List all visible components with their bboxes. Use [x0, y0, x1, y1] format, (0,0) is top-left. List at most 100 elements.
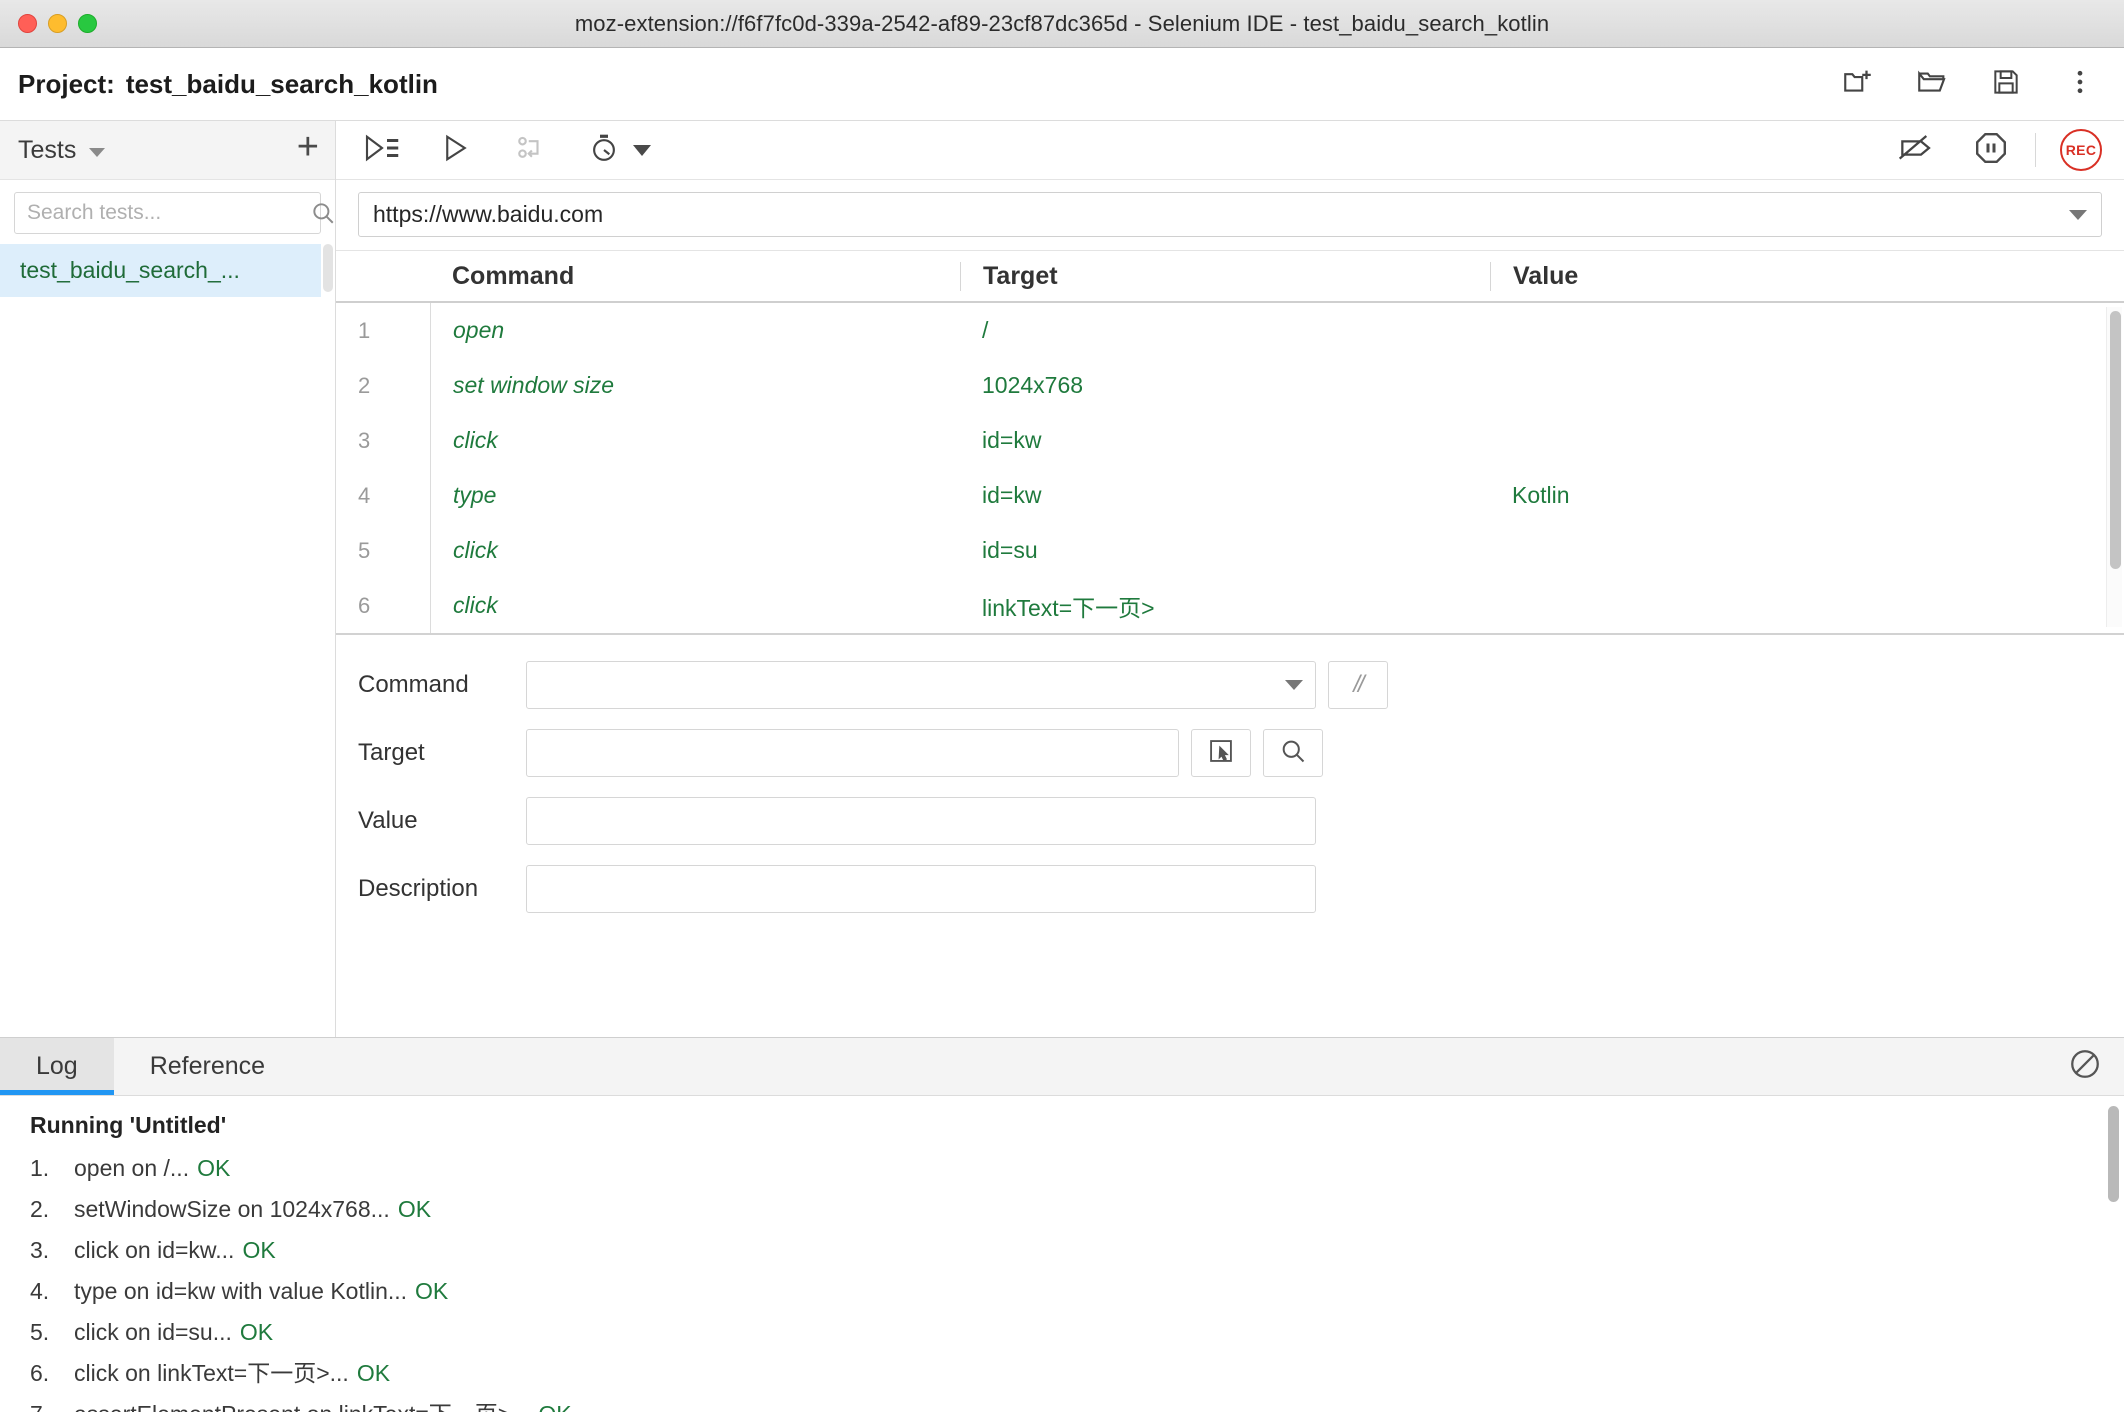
open-project-icon	[1915, 65, 1949, 104]
command-row-value: Kotlin	[1512, 482, 1570, 508]
close-window-button[interactable]	[18, 14, 37, 33]
log-entry-status: OK	[356, 1360, 391, 1387]
command-row-number: 1	[358, 317, 371, 343]
more-options-button[interactable]	[2060, 64, 2100, 104]
run-current-test-button[interactable]	[436, 130, 476, 170]
execution-toolbar: REC	[336, 121, 2124, 180]
execution-speed-button[interactable]	[584, 130, 624, 170]
run-all-tests-button[interactable]	[362, 130, 402, 170]
description-field-row: Description	[358, 865, 2124, 913]
sidebar-title: Tests	[18, 135, 77, 164]
pause-icon	[1973, 130, 2009, 171]
command-row-command: click	[430, 578, 960, 633]
log-entry-text: click on id=kw...	[74, 1237, 235, 1264]
command-row-target: 1024x768	[982, 372, 1084, 398]
chevron-down-icon[interactable]	[89, 147, 106, 157]
command-row-number: 6	[358, 592, 371, 618]
header-target-label: Target	[983, 261, 1058, 290]
log-scrollbar[interactable]	[2106, 1106, 2120, 1412]
save-project-button[interactable]	[1986, 64, 2026, 104]
pause-button[interactable]	[1971, 130, 2011, 170]
command-row-target: id=kw	[982, 427, 1042, 453]
command-row-command: set window size	[430, 358, 960, 413]
window-controls	[0, 14, 97, 33]
commands-scrollbar[interactable]	[2106, 307, 2122, 627]
command-chevron-down-icon[interactable]	[1285, 680, 1303, 690]
sidebar-scrollbar-thumb[interactable]	[323, 244, 333, 292]
command-row-command: click	[430, 413, 960, 468]
project-label: Project:	[18, 68, 115, 99]
tests-list: test_baidu_search_...	[0, 244, 335, 1037]
log-entry: 3. click on id=kw... OK	[30, 1235, 2124, 1266]
speed-chevron-down-icon[interactable]	[633, 144, 651, 156]
header-value-label: Value	[1513, 261, 1579, 290]
command-row-target: linkText=下一页>	[982, 594, 1155, 621]
sidebar-item-test[interactable]: test_baidu_search_...	[0, 244, 335, 297]
log-tabs-spacer	[301, 1038, 2068, 1095]
header-command: Command	[430, 262, 960, 291]
window-title: moz-extension://f6f7fc0d-339a-2542-af89-…	[574, 10, 1550, 36]
log-entry-text: assertElementPresent on linkText=下一页>...	[74, 1399, 530, 1412]
value-field-label: Value	[358, 807, 418, 834]
log-entry-status: OK	[197, 1155, 231, 1181]
new-project-button[interactable]	[1838, 64, 1878, 104]
url-chevron-down-icon[interactable]	[2069, 209, 2087, 220]
tab-reference[interactable]: Reference	[114, 1038, 301, 1095]
add-comment-button[interactable]: //	[1328, 661, 1388, 709]
tab-log[interactable]: Log	[0, 1038, 114, 1095]
commands-rows: 1 open / 2 set window size 1024x768 3 click id=k…	[336, 303, 2124, 635]
command-row-number: 2	[358, 372, 371, 398]
search-tests-box[interactable]	[14, 192, 334, 234]
log-entry-index: 3.	[30, 1237, 50, 1264]
command-row-number: 3	[358, 427, 371, 453]
project-name: test_baidu_search_kotlin	[125, 68, 438, 99]
log-entry-index: 2.	[30, 1196, 50, 1223]
log-entry-text: setWindowSize on 1024x768...	[74, 1196, 390, 1223]
target-field-label: Target	[358, 739, 425, 766]
log-entry-status: OK	[538, 1399, 571, 1412]
search-icon	[310, 200, 348, 226]
step-over-button[interactable]	[510, 130, 550, 170]
description-input[interactable]	[539, 876, 1303, 902]
log-entry-status: OK	[415, 1278, 449, 1305]
base-url-input[interactable]	[373, 201, 2069, 228]
log-entry: 6. click on linkText=下一页>... OK	[30, 1358, 2124, 1389]
command-row[interactable]: 3 click id=kw	[336, 413, 2124, 468]
log-scrollbar-thumb[interactable]	[2108, 1106, 2119, 1202]
target-input[interactable]	[539, 740, 1166, 766]
value-field[interactable]	[526, 797, 1316, 845]
command-input[interactable]	[539, 672, 1285, 698]
command-row[interactable]: 2 set window size 1024x768	[336, 358, 2124, 413]
command-row-command: open	[430, 303, 960, 358]
description-field[interactable]	[526, 865, 1316, 913]
record-button[interactable]: REC	[2060, 129, 2102, 171]
base-url-field[interactable]	[358, 192, 2102, 237]
sidebar-scrollbar[interactable]	[321, 244, 335, 1037]
select-target-button[interactable]	[1191, 729, 1251, 777]
minimize-window-button[interactable]	[48, 14, 67, 33]
base-url-bar	[336, 180, 2124, 250]
add-test-button[interactable]: +	[297, 128, 319, 172]
log-entry-index: 1.	[30, 1155, 50, 1181]
select-element-icon	[1207, 737, 1235, 770]
command-row[interactable]: 5 click id=su	[336, 523, 2124, 578]
search-tests-input[interactable]	[15, 201, 310, 225]
description-field-label: Description	[358, 875, 479, 902]
open-project-button[interactable]	[1912, 64, 1952, 104]
command-row[interactable]: 6 click linkText=下一页>	[336, 578, 2124, 633]
commands-scrollbar-thumb[interactable]	[2110, 311, 2121, 569]
target-field[interactable]	[526, 729, 1179, 777]
command-row-command: click	[430, 523, 960, 578]
log-entry-text: click on id=su...	[74, 1319, 232, 1346]
command-row[interactable]: 1 open /	[336, 303, 2124, 358]
clear-log-button[interactable]	[2068, 1038, 2124, 1095]
find-target-button[interactable]	[1263, 729, 1323, 777]
value-input[interactable]	[539, 808, 1303, 834]
log-tabs: Log Reference	[0, 1038, 2124, 1096]
command-field[interactable]	[526, 661, 1316, 709]
commands-table-header: Command Target Value	[336, 251, 2124, 303]
maximize-window-button[interactable]	[78, 14, 97, 33]
command-row[interactable]: 4 type id=kw Kotlin	[336, 468, 2124, 523]
run-all-icon	[363, 133, 401, 168]
disable-breakpoints-button[interactable]	[1897, 130, 1937, 170]
